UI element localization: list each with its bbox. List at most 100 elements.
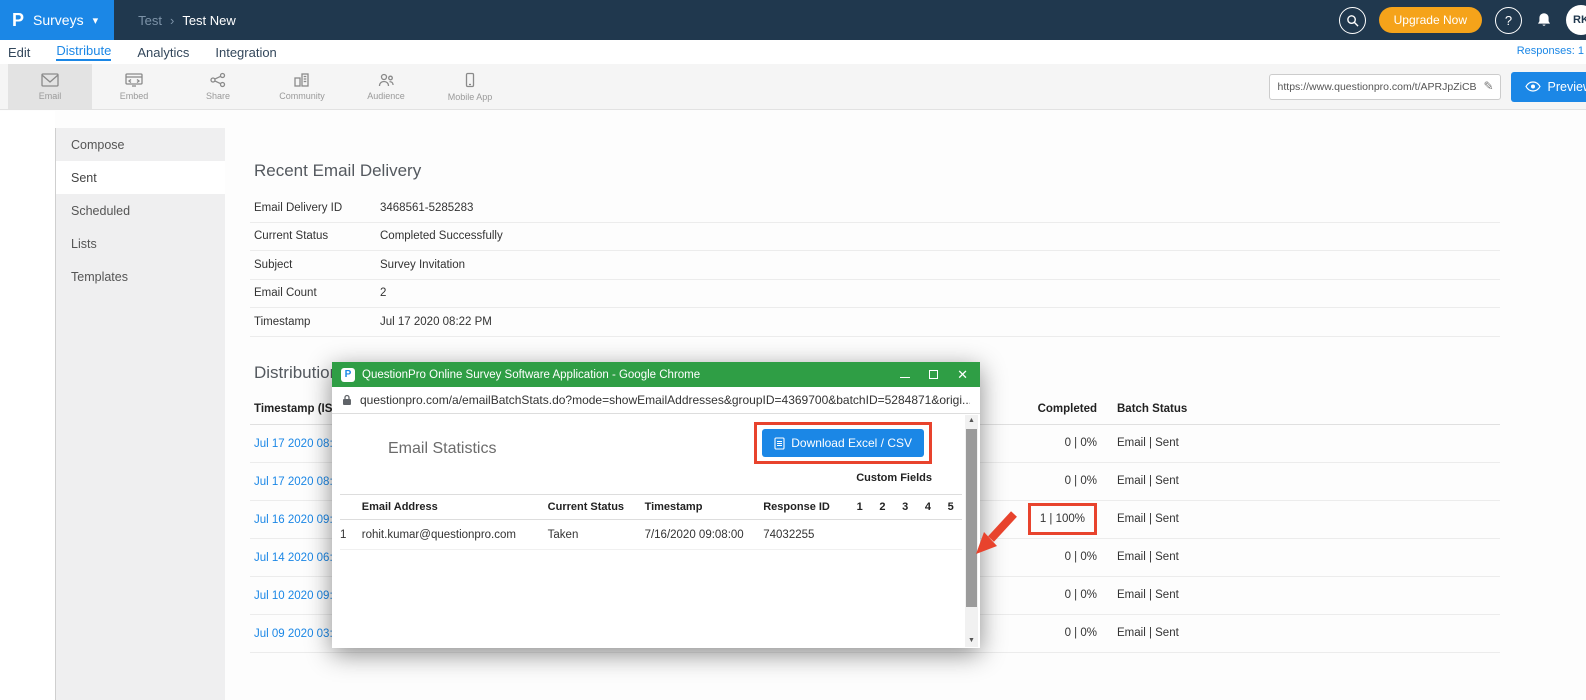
distribute-toolbar: Email Embed Share Community Audience Mob… xyxy=(0,64,1586,110)
notifications-button[interactable] xyxy=(1535,11,1553,29)
tab-integration[interactable]: Integration xyxy=(215,45,276,60)
breadcrumb-parent[interactable]: Test xyxy=(138,13,162,28)
tab-distribute[interactable]: Distribute xyxy=(56,43,111,61)
tool-community[interactable]: Community xyxy=(260,64,344,109)
recent-delivery-title: Recent Email Delivery xyxy=(254,161,1500,181)
minimize-button[interactable] xyxy=(900,377,910,378)
upgrade-now-button[interactable]: Upgrade Now xyxy=(1379,7,1482,33)
eye-icon xyxy=(1525,81,1541,92)
preview-label: Preview xyxy=(1548,80,1586,94)
scroll-down-icon[interactable]: ▼ xyxy=(968,635,975,647)
col-header-batch-status: Batch Status xyxy=(1117,403,1500,415)
popup-scrollbar[interactable]: ▲ ▼ xyxy=(965,415,978,647)
tool-mobile-app[interactable]: Mobile App xyxy=(428,64,512,109)
col-header-cf3: 3 xyxy=(894,501,917,513)
tool-embed[interactable]: Embed xyxy=(92,64,176,109)
completed-value: 0 | 0% xyxy=(977,589,1097,601)
batch-status-value: Email | Sent xyxy=(1117,513,1500,525)
surveys-menu-button[interactable]: P Surveys ▾ xyxy=(0,0,114,40)
sidebar-item-compose[interactable]: Compose xyxy=(56,128,225,161)
row-index: 1 xyxy=(340,529,362,541)
help-icon: ? xyxy=(1505,13,1512,28)
timestamp-value: 7/16/2020 09:08:00 xyxy=(645,529,764,541)
kv-label: Email Count xyxy=(254,287,380,299)
email-statistics-title: Email Statistics xyxy=(388,440,496,458)
email-statistics-popup-window: P QuestionPro Online Survey Software App… xyxy=(332,362,980,648)
share-icon xyxy=(209,72,227,88)
current-status-value: Taken xyxy=(548,529,645,541)
completed-value-highlighted: 1 | 100% xyxy=(1028,503,1097,535)
help-button[interactable]: ? xyxy=(1495,7,1522,34)
maximize-button[interactable] xyxy=(929,370,938,379)
spreadsheet-icon xyxy=(774,437,785,450)
download-highlight-box: Download Excel / CSV xyxy=(754,422,932,464)
kv-label: Subject xyxy=(254,259,380,271)
user-avatar[interactable]: RK xyxy=(1566,5,1586,35)
sidebar-item-scheduled[interactable]: Scheduled xyxy=(56,194,225,227)
popup-body: Email Statistics Download Excel / CSV Cu… xyxy=(332,414,980,648)
toolbar-right: ✎ Preview xyxy=(1269,64,1586,109)
sidebar-item-lists[interactable]: Lists xyxy=(56,227,225,260)
email-address-value: rohit.kumar@questionpro.com xyxy=(362,529,548,541)
responses-count-link[interactable]: Responses: 1 xyxy=(1517,45,1584,57)
email-stats-table-header: Email Address Current Status Timestamp R… xyxy=(340,494,962,520)
window-controls: ✕ xyxy=(900,368,971,381)
search-button[interactable] xyxy=(1339,7,1366,34)
kv-value: 3468561-5285283 xyxy=(380,202,473,214)
tool-mobile-app-label: Mobile App xyxy=(448,92,493,102)
completed-value: 0 | 0% xyxy=(977,551,1097,563)
sidebar-item-templates[interactable]: Templates xyxy=(56,260,225,293)
survey-url-box: ✎ xyxy=(1269,74,1501,100)
completed-value: 0 | 0% xyxy=(977,627,1097,639)
close-button[interactable]: ✕ xyxy=(957,368,968,381)
tool-email-label: Email xyxy=(39,91,62,101)
completed-value: 0 | 0% xyxy=(977,437,1097,449)
kv-value: Survey Invitation xyxy=(380,259,465,271)
tab-analytics[interactable]: Analytics xyxy=(137,45,189,60)
breadcrumb-separator-icon: › xyxy=(170,13,174,28)
tool-community-label: Community xyxy=(279,91,325,101)
col-header-cf2: 2 xyxy=(871,501,894,513)
surveys-menu-label: Surveys xyxy=(33,12,84,28)
tab-edit[interactable]: Edit xyxy=(8,45,30,60)
kv-value: 2 xyxy=(380,287,386,299)
kv-label: Timestamp xyxy=(254,316,380,328)
recent-row-timestamp: Timestamp Jul 17 2020 08:22 PM xyxy=(250,308,1500,337)
sidebar-item-sent[interactable]: Sent xyxy=(56,161,225,194)
popup-address-bar[interactable]: questionpro.com/a/emailBatchStats.do?mod… xyxy=(332,387,980,414)
email-stats-table: Email Address Current Status Timestamp R… xyxy=(340,494,962,550)
bell-icon xyxy=(1535,11,1553,29)
tool-share[interactable]: Share xyxy=(176,64,260,109)
recent-row-subject: Subject Survey Invitation xyxy=(250,251,1500,280)
col-header-current-status: Current Status xyxy=(548,501,645,513)
batch-status-value: Email | Sent xyxy=(1117,627,1500,639)
col-header-cf5: 5 xyxy=(939,501,962,513)
kv-value: Jul 17 2020 08:22 PM xyxy=(380,316,492,328)
questionpro-favicon-icon: P xyxy=(341,368,355,382)
tool-share-label: Share xyxy=(206,91,230,101)
popup-titlebar[interactable]: P QuestionPro Online Survey Software App… xyxy=(332,362,980,387)
col-header-cf4: 4 xyxy=(917,501,940,513)
kv-label: Current Status xyxy=(254,230,380,242)
survey-tabs: Edit Distribute Analytics Integration Re… xyxy=(0,40,1586,64)
batch-status-value: Email | Sent xyxy=(1117,475,1500,487)
custom-fields-label: Custom Fields xyxy=(856,472,932,484)
left-gutter xyxy=(0,111,55,700)
popup-url-text: questionpro.com/a/emailBatchStats.do?mod… xyxy=(360,393,970,407)
scroll-up-icon[interactable]: ▲ xyxy=(968,415,975,427)
download-excel-csv-button[interactable]: Download Excel / CSV xyxy=(762,429,924,457)
batch-status-value: Email | Sent xyxy=(1117,589,1500,601)
audience-icon xyxy=(377,72,395,88)
edit-url-icon[interactable]: ✎ xyxy=(1483,79,1493,93)
completed-value: 0 | 0% xyxy=(977,475,1097,487)
batch-status-value: Email | Sent xyxy=(1117,551,1500,563)
scrollbar-thumb[interactable] xyxy=(966,429,977,607)
tool-email[interactable]: Email xyxy=(8,64,92,109)
topbar-actions: Upgrade Now ? RK xyxy=(1339,5,1586,35)
col-header-response-id: Response ID xyxy=(763,501,848,513)
survey-url-input[interactable] xyxy=(1269,74,1501,100)
preview-button[interactable]: Preview xyxy=(1511,72,1586,102)
tool-audience[interactable]: Audience xyxy=(344,64,428,109)
breadcrumb: Test › Test New xyxy=(138,13,236,28)
questionpro-logo-icon: P xyxy=(12,11,24,29)
